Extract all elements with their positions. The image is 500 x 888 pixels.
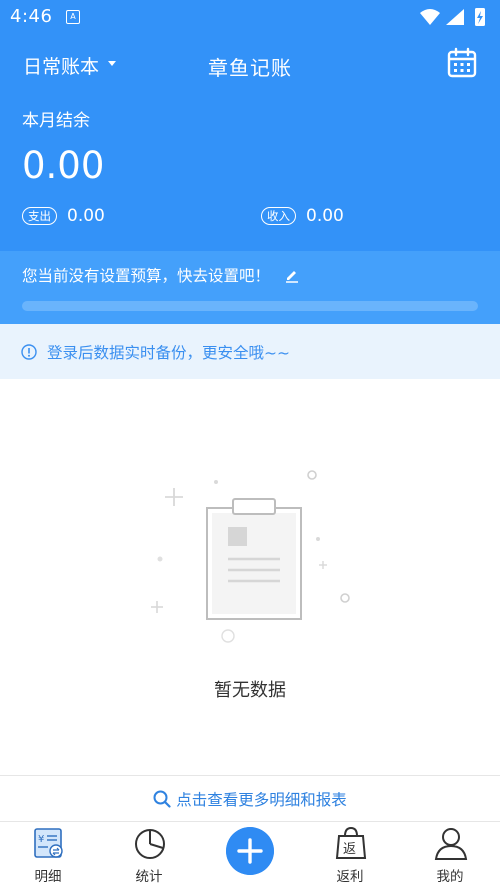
view-more-link[interactable]: 点击查看更多明细和报表 <box>0 775 500 821</box>
month-balance-value: 0.00 <box>22 144 105 187</box>
tab-rebate[interactable]: 返 返利 <box>310 822 390 888</box>
info-icon <box>21 343 37 360</box>
budget-section[interactable]: 您当前没有设置预算，快去设置吧！ <box>0 251 500 324</box>
tab-add[interactable] <box>210 822 290 888</box>
add-icon <box>226 827 274 875</box>
bottom-tab-bar: ¥ 明细 统计 返 返利 我的 <box>0 821 500 888</box>
budget-prompt-text: 您当前没有设置预算，快去设置吧！ <box>22 267 271 285</box>
wifi-icon <box>420 9 440 25</box>
signal-icon <box>446 9 464 25</box>
empty-state-text: 暂无数据 <box>214 680 286 701</box>
income-value: 0.00 <box>306 206 344 226</box>
svg-text:¥: ¥ <box>38 834 44 845</box>
status-bar: 4:46 A <box>0 0 500 34</box>
edit-pencil-icon <box>286 271 299 283</box>
rebate-bag-icon: 返 <box>335 826 367 859</box>
expense-value: 0.00 <box>67 206 105 226</box>
budget-progress-bar <box>22 301 478 311</box>
app-notification-icon: A <box>66 10 80 24</box>
budget-prompt[interactable]: 您当前没有设置预算，快去设置吧！ <box>22 264 300 286</box>
income-summary: 收入 0.00 <box>261 206 344 226</box>
page-title: 章鱼记账 <box>208 56 292 80</box>
title-bar: 日常账本 章鱼记账 <box>0 44 500 84</box>
search-icon <box>153 790 171 808</box>
notice-text: 登录后数据实时备份，更安全哦~~ <box>47 343 290 362</box>
header: 4:46 A 日常账本 章鱼记账 本月结余 0.00 支出 0.00 收入 0.… <box>0 0 500 251</box>
svg-text:返: 返 <box>343 842 356 857</box>
empty-state: 暂无数据 <box>0 379 500 775</box>
calendar-icon[interactable] <box>446 47 478 79</box>
tab-detail-label: 明细 <box>34 869 62 885</box>
view-more-link-text: 点击查看更多明细和报表 <box>176 790 347 809</box>
tab-statistics[interactable]: 统计 <box>109 822 189 888</box>
user-icon <box>434 828 468 860</box>
login-backup-notice[interactable]: 登录后数据实时备份，更安全哦~~ <box>0 324 500 379</box>
tab-statistics-label: 统计 <box>135 869 163 885</box>
tab-mine[interactable]: 我的 <box>410 822 490 888</box>
tab-detail[interactable]: ¥ 明细 <box>8 822 88 888</box>
status-time: 4:46 <box>10 6 53 27</box>
month-balance-label: 本月结余 <box>22 111 90 131</box>
income-badge: 收入 <box>261 207 296 225</box>
detail-icon: ¥ <box>34 828 63 858</box>
expense-badge: 支出 <box>22 207 57 225</box>
expense-summary: 支出 0.00 <box>22 206 105 226</box>
pie-chart-icon <box>135 829 165 859</box>
empty-clipboard-icon <box>151 470 350 643</box>
status-indicators <box>420 8 485 26</box>
tab-mine-label: 我的 <box>436 869 464 885</box>
tab-rebate-label: 返利 <box>336 869 364 885</box>
